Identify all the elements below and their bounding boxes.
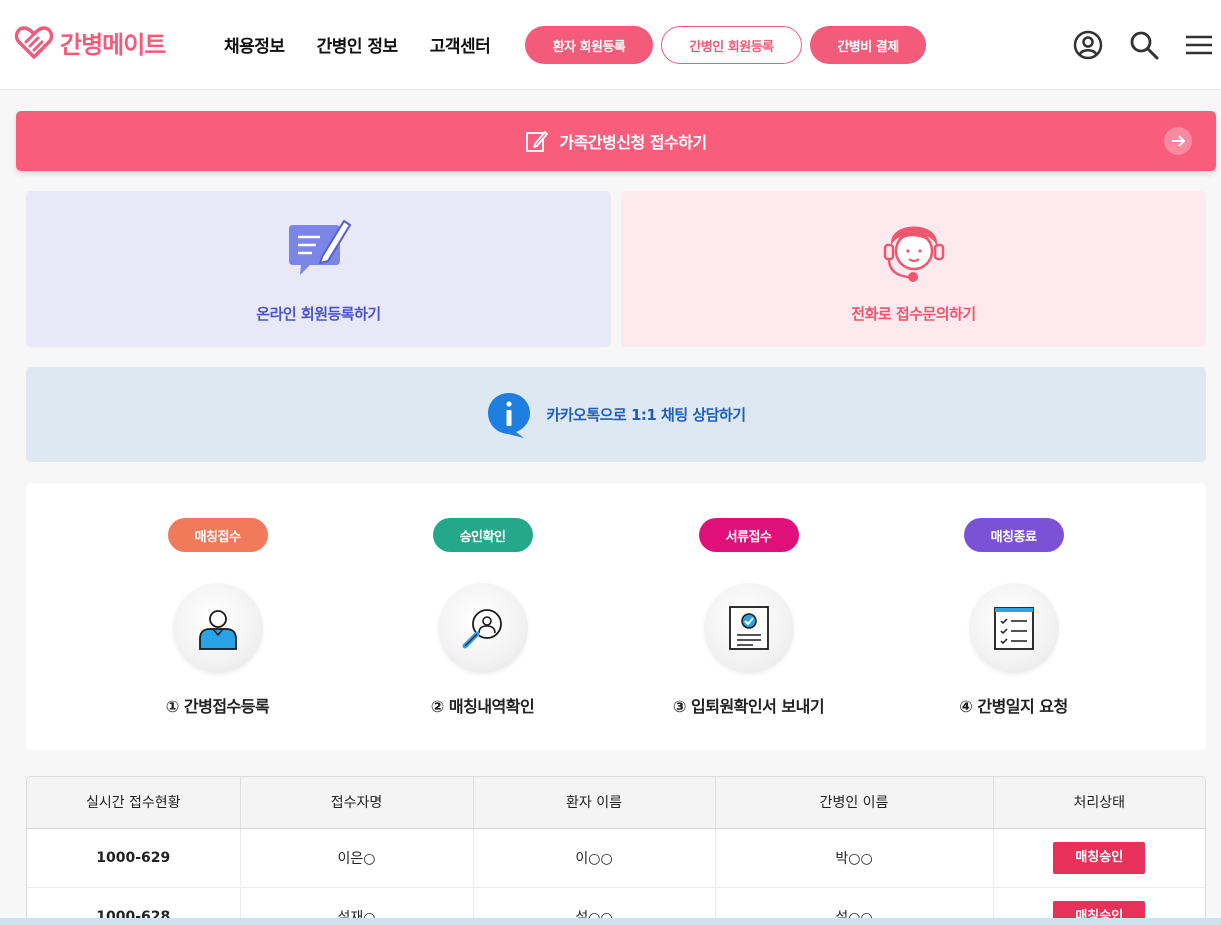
user-icon[interactable] [1071,28,1105,62]
step-4: 매칭종료 ④ 간병일지 요청 [881,483,1146,750]
search-icon[interactable] [1127,28,1161,62]
table-row: 1000-629 이은○ 이○○ 박○○ 매칭승인 [27,828,1205,888]
chat-edit-icon [289,220,351,275]
nav-jobs[interactable]: 채용정보 [224,32,285,57]
caregiver-register-button[interactable]: 간병인 회원등록 [661,26,802,64]
step-4-badge: 매칭종료 [963,518,1064,552]
col-header-receipt: 실시간 접수현황 [27,777,241,829]
step-3: 서류접수 ③ 입퇴원확인서 보내기 [616,483,881,750]
patient-register-button[interactable]: 환자 회원등록 [525,26,653,64]
person-icon [198,610,237,650]
status-badge[interactable]: 매칭승인 [1053,841,1146,874]
step-2-circle [437,583,528,673]
bottom-bar [0,918,1221,925]
step-1-circle [172,583,263,673]
step-4-label: ④ 간병일지 요청 [959,697,1068,716]
step-2-label: ② 매칭내역확인 [430,697,535,716]
step-1: 매칭접수 ① 간병접수등록 [85,483,350,750]
step-1-badge: 매칭접수 [167,518,268,552]
status-cell: 매칭승인 [993,828,1205,888]
step-3-badge: 서류접수 [698,518,799,552]
phone-inquiry-label: 전화로 접수문의하기 [851,305,976,323]
logo-text: 간병메이트 [60,30,166,59]
checklist-icon [993,607,1034,650]
phone-inquiry-card[interactable]: 전화로 접수문의하기 [621,191,1206,347]
kakao-chat-label: 카카오톡으로 1:1 채팅 상담하기 [546,406,746,424]
header: 간병메이트 채용정보 간병인 정보 고객센터 환자 회원등록 간병인 회원등록 … [0,0,1221,90]
step-3-label: ③ 입퇴원확인서 보내기 [672,697,825,716]
caregiver-name: 박○○ [715,828,994,888]
col-header-status: 처리상태 [993,777,1205,829]
step-2-badge: 승인확인 [432,518,533,552]
headset-agent-icon [883,226,945,282]
main-nav: 채용정보 간병인 정보 고객센터 [224,32,491,57]
receipt-number: 1000-629 [27,828,241,888]
heart-hands-icon [14,26,54,59]
process-steps: 매칭접수 ① 간병접수등록 승인확인 ② 매칭내역확인 서류접수 ③ 입퇴원확인… [26,483,1206,750]
edit-icon [526,131,549,152]
step-1-label: ① 간병접수등록 [165,697,270,716]
banner-label: 가족간병신청 접수하기 [559,133,707,152]
online-register-card[interactable]: 온라인 회원등록하기 [26,191,611,347]
applicant-name: 이은○ [240,828,474,888]
step-2: 승인확인 ② 매칭내역확인 [350,483,615,750]
col-header-patient: 환자 이름 [473,777,716,829]
online-register-label: 온라인 회원등록하기 [256,305,381,323]
payment-button[interactable]: 간병비 결제 [810,26,926,64]
arrow-right-icon [1164,127,1192,155]
step-3-circle [703,583,794,673]
col-header-applicant: 접수자명 [240,777,474,829]
nav-caregiver-info[interactable]: 간병인 정보 [317,32,399,57]
kakao-chat-banner[interactable]: 카카오톡으로 1:1 채팅 상담하기 [26,367,1206,462]
col-header-caregiver: 간병인 이름 [715,777,994,829]
table-header-row: 실시간 접수현황 접수자명 환자 이름 간병인 이름 처리상태 [27,777,1205,829]
logo[interactable]: 간병메이트 [14,22,166,62]
info-bubble-icon [488,392,531,438]
family-care-apply-banner[interactable]: 가족간병신청 접수하기 [16,111,1216,171]
nav-customer-center[interactable]: 고객센터 [430,32,491,57]
realtime-status-table: 실시간 접수현황 접수자명 환자 이름 간병인 이름 처리상태 1000-629… [26,776,1206,925]
menu-icon[interactable] [1182,28,1216,62]
patient-name: 이○○ [473,828,716,888]
step-4-circle [968,583,1059,673]
document-check-icon [728,606,769,650]
magnifier-person-icon [462,609,502,649]
